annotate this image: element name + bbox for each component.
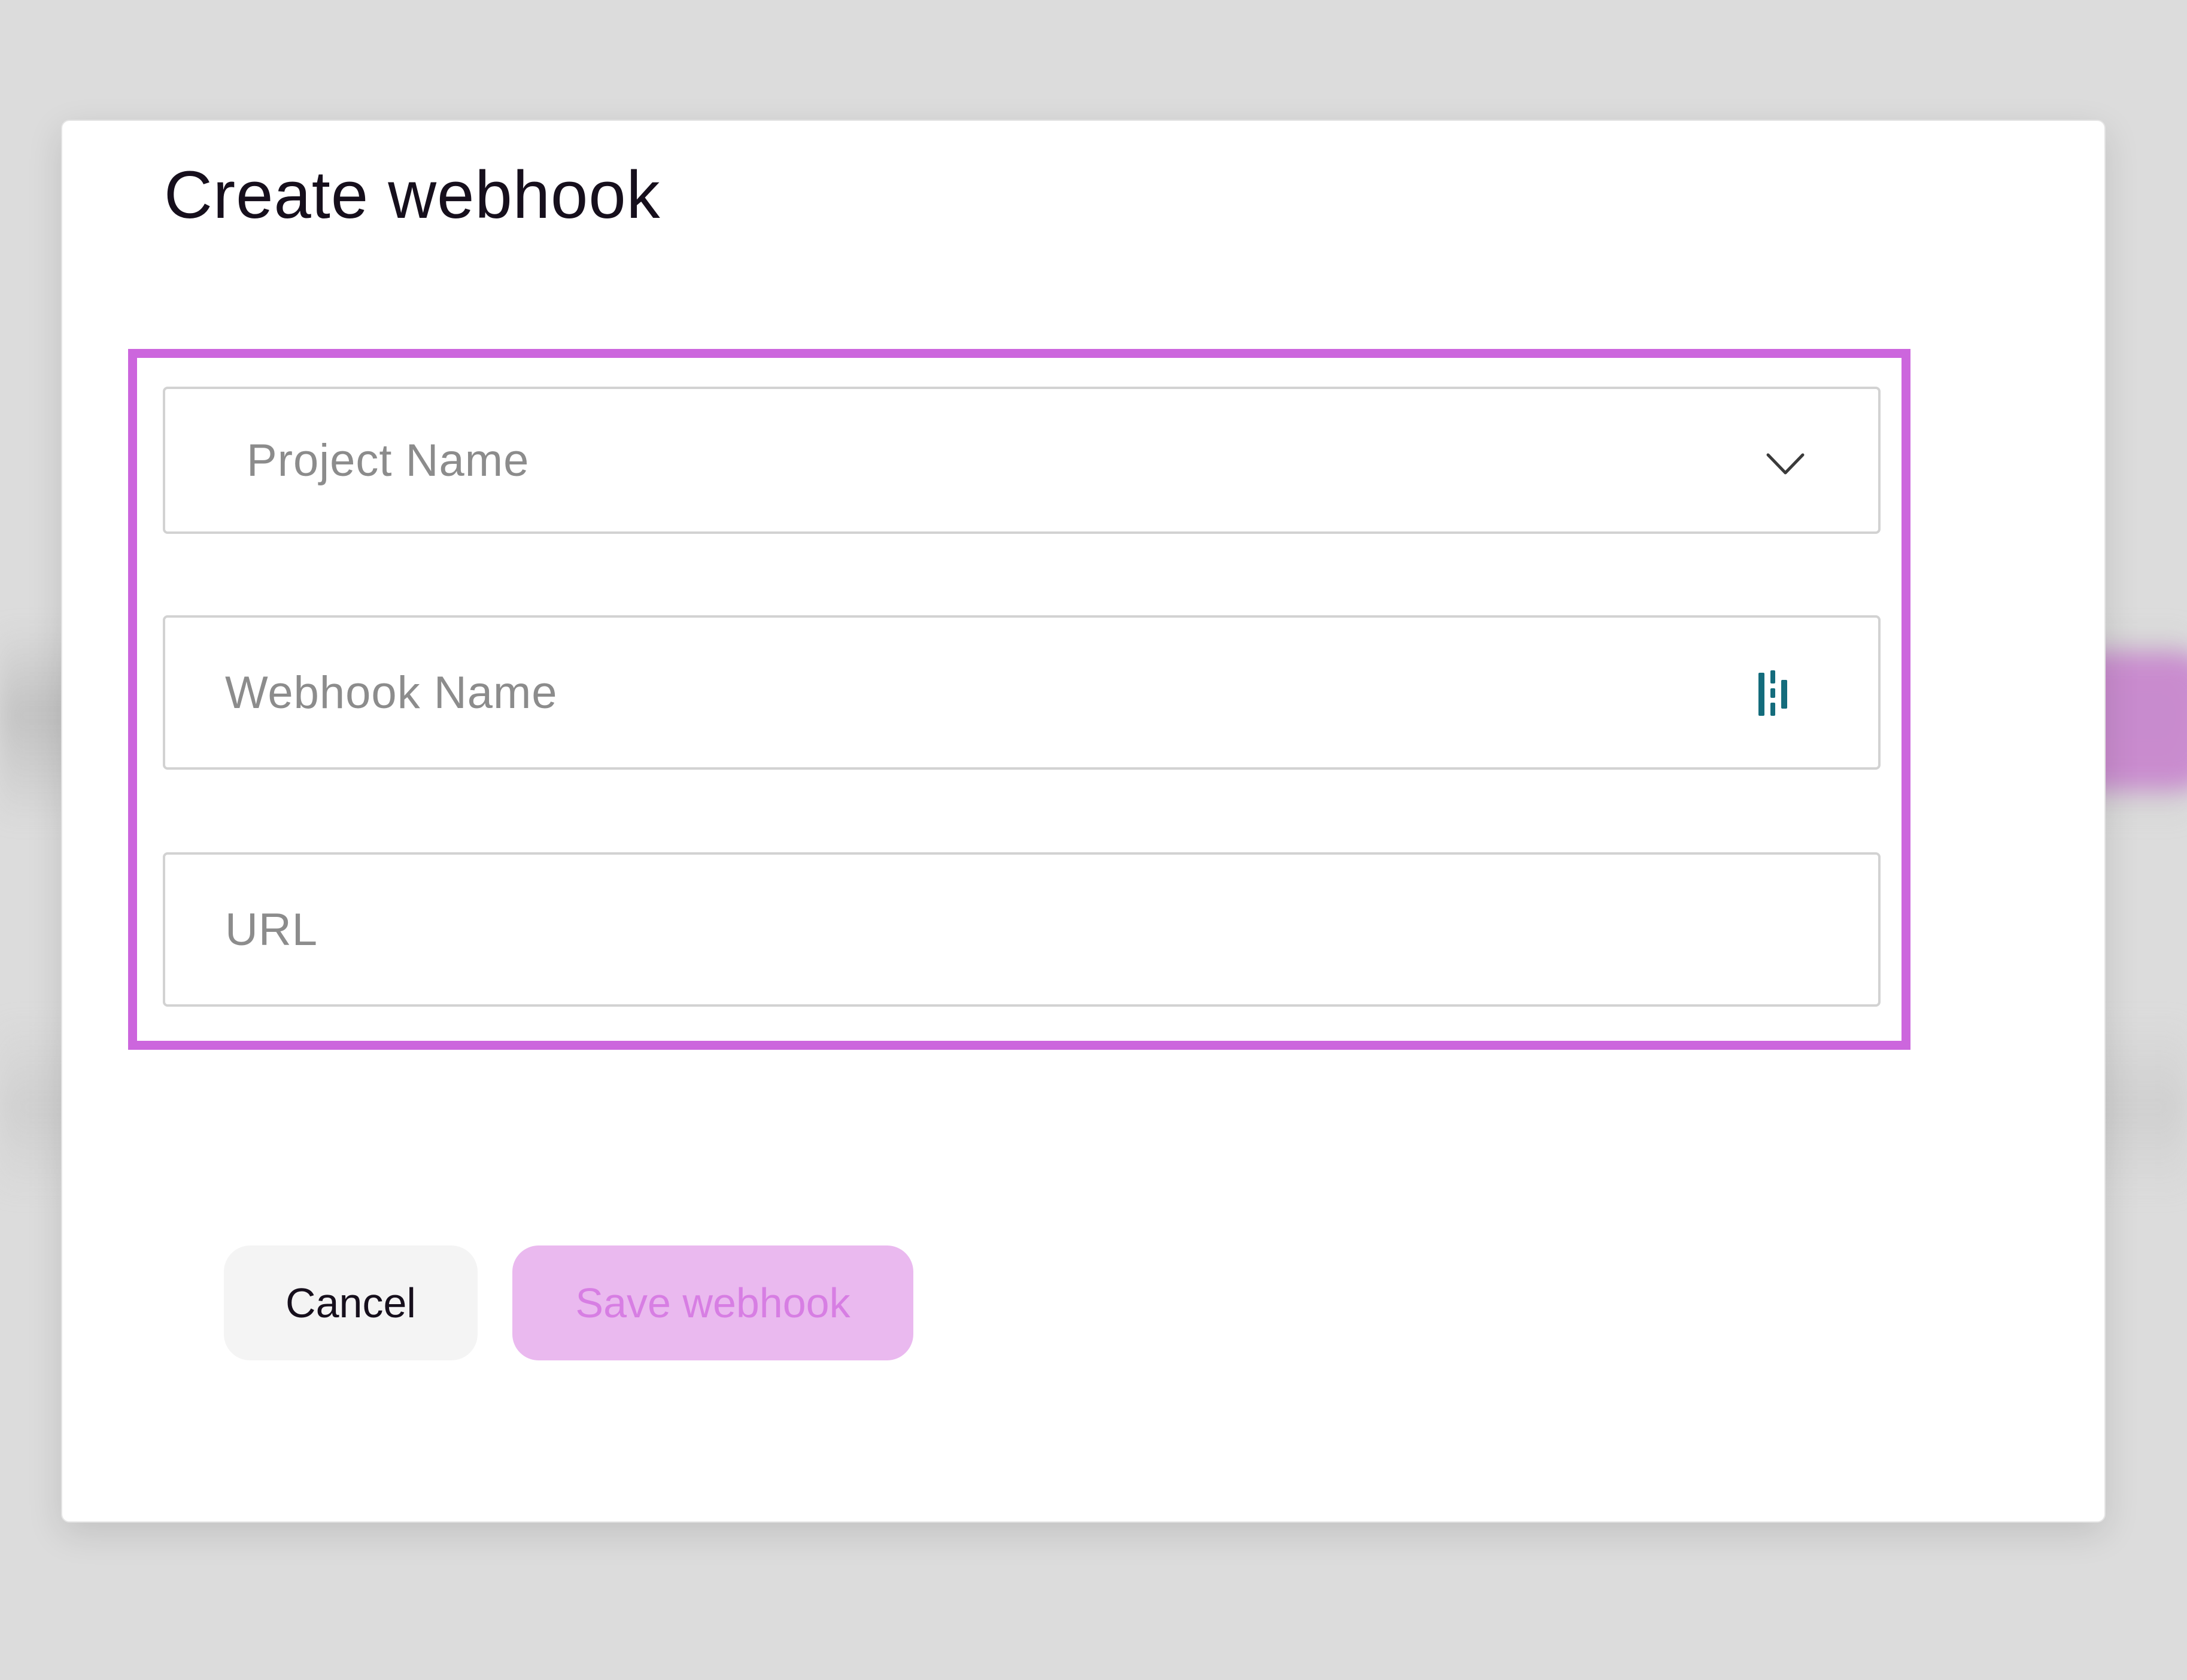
webhook-name-input[interactable]: Webhook Name — [163, 615, 1881, 770]
url-input[interactable]: URL — [163, 852, 1881, 1007]
webhook-name-placeholder: Webhook Name — [225, 667, 558, 718]
project-name-select[interactable]: Project Name — [163, 387, 1881, 534]
cancel-button[interactable]: Cancel — [224, 1245, 478, 1360]
project-name-placeholder: Project Name — [247, 435, 530, 486]
save-webhook-button[interactable]: Save webhook — [512, 1245, 913, 1360]
chevron-down-icon[interactable] — [1764, 442, 1806, 484]
url-placeholder: URL — [225, 904, 318, 955]
dashlane-icon[interactable] — [1757, 670, 1794, 718]
dialog-title: Create webhook — [164, 157, 661, 232]
